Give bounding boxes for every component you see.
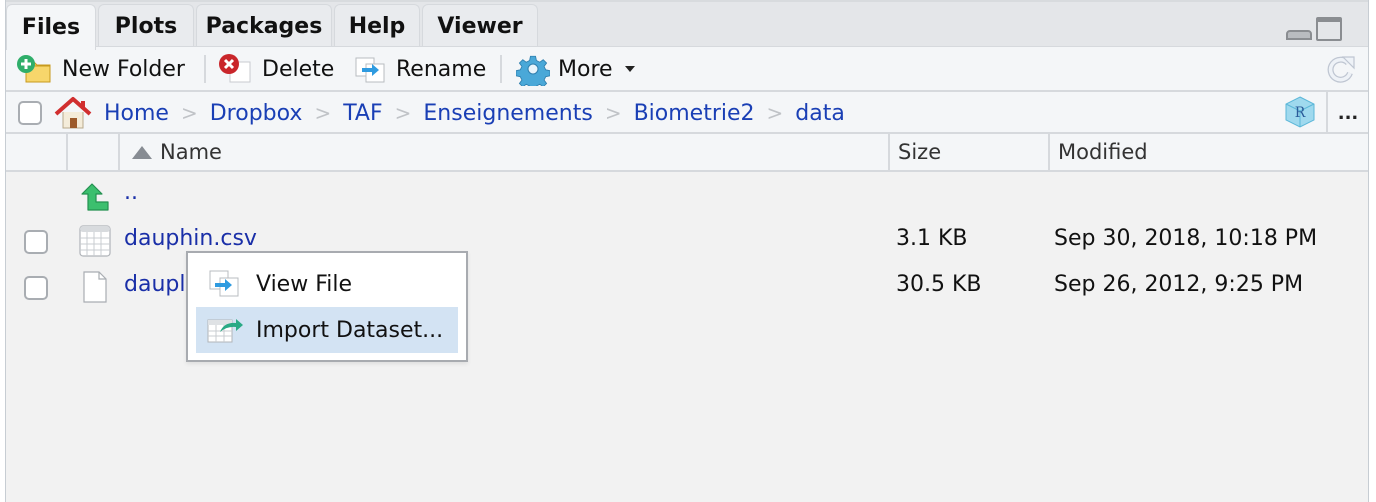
new-folder-icon xyxy=(17,55,51,83)
file-name[interactable]: dauphin.csv xyxy=(124,226,257,251)
breadcrumb-separator: > xyxy=(394,101,412,125)
breadcrumb-bar: Home > Dropbox > TAF > Enseignements > B… xyxy=(6,92,1368,134)
tab-files[interactable]: Files xyxy=(6,4,96,50)
window-controls xyxy=(1278,14,1368,44)
column-header-name[interactable]: Name xyxy=(118,134,888,170)
breadcrumb-biometrie2[interactable]: Biometrie2 xyxy=(634,101,755,126)
text-file-icon xyxy=(83,271,107,303)
toolbar: New Folder Delete Rename More xyxy=(6,46,1368,92)
column-name-label: Name xyxy=(160,140,222,164)
rename-label: Rename xyxy=(396,56,487,82)
file-modified: Sep 26, 2012, 9:25 PM xyxy=(1054,272,1304,297)
breadcrumb-enseignements[interactable]: Enseignements xyxy=(423,101,592,126)
home-icon[interactable] xyxy=(54,96,92,130)
breadcrumb-dropbox[interactable]: Dropbox xyxy=(210,101,303,126)
refresh-icon[interactable] xyxy=(1324,53,1358,87)
new-folder-button[interactable]: New Folder xyxy=(16,47,185,91)
file-name[interactable]: .. xyxy=(124,180,138,205)
breadcrumb-separator: > xyxy=(766,101,784,125)
view-file-icon xyxy=(209,270,239,297)
sort-ascending-icon xyxy=(132,145,152,159)
svg-text:R: R xyxy=(1295,105,1306,121)
tab-packages[interactable]: Packages xyxy=(196,4,332,48)
column-header-icon xyxy=(66,134,118,170)
menu-item-label: Import Dataset... xyxy=(256,317,444,343)
delete-icon xyxy=(219,54,251,83)
maximize-icon[interactable] xyxy=(1316,17,1342,41)
file-checkbox[interactable] xyxy=(24,276,48,300)
new-folder-label: New Folder xyxy=(62,56,185,82)
delete-label: Delete xyxy=(262,56,335,82)
file-size: 30.5 KB xyxy=(896,272,982,297)
menu-item-view-file[interactable]: View File xyxy=(196,261,458,307)
column-modified-label: Modified xyxy=(1058,140,1148,164)
csv-file-icon xyxy=(79,225,111,257)
breadcrumb-data[interactable]: data xyxy=(795,101,845,126)
rename-button[interactable]: Rename xyxy=(354,47,486,91)
column-header-checkbox xyxy=(6,134,66,170)
more-button[interactable]: More xyxy=(516,47,635,91)
menu-item-label: View File xyxy=(256,271,353,297)
breadcrumb-separator: > xyxy=(604,101,622,125)
file-row-parent[interactable]: .. xyxy=(6,174,1368,220)
breadcrumb-separator: > xyxy=(314,101,332,125)
file-size: 3.1 KB xyxy=(896,226,968,251)
more-options-button[interactable]: ... xyxy=(1326,92,1368,134)
breadcrumb-separator: > xyxy=(180,101,198,125)
breadcrumb-taf[interactable]: TAF xyxy=(343,101,382,126)
column-header-modified[interactable]: Modified xyxy=(1048,134,1370,170)
toolbar-separator xyxy=(204,55,206,83)
file-name[interactable]: daupl xyxy=(124,272,185,297)
menu-item-import-dataset[interactable]: Import Dataset... xyxy=(196,307,458,353)
tab-plots[interactable]: Plots xyxy=(98,4,194,48)
column-header-row: Name Size Modified xyxy=(6,134,1368,172)
chevron-down-icon xyxy=(624,66,635,72)
gear-icon xyxy=(516,55,550,86)
import-dataset-icon xyxy=(207,319,243,343)
select-all-checkbox[interactable] xyxy=(18,101,42,125)
column-size-label: Size xyxy=(898,140,942,164)
file-modified: Sep 30, 2018, 10:18 PM xyxy=(1054,226,1318,251)
tab-help[interactable]: Help xyxy=(334,4,420,48)
go-up-icon xyxy=(81,183,109,211)
toolbar-separator xyxy=(500,55,502,83)
tab-bar: Files Plots Packages Help Viewer xyxy=(6,0,1368,50)
rename-icon xyxy=(355,57,385,83)
r-project-icon[interactable]: R xyxy=(1284,95,1316,129)
more-label: More xyxy=(558,56,613,82)
file-checkbox[interactable] xyxy=(24,230,48,254)
column-header-size[interactable]: Size xyxy=(888,134,1048,170)
tab-viewer[interactable]: Viewer xyxy=(422,4,538,48)
delete-button[interactable]: Delete xyxy=(218,47,334,91)
context-menu: View File Import Dataset... xyxy=(186,251,468,362)
minimize-icon[interactable] xyxy=(1286,30,1312,40)
breadcrumb: Home > Dropbox > TAF > Enseignements > B… xyxy=(104,92,845,134)
breadcrumb-home[interactable]: Home xyxy=(104,101,169,126)
